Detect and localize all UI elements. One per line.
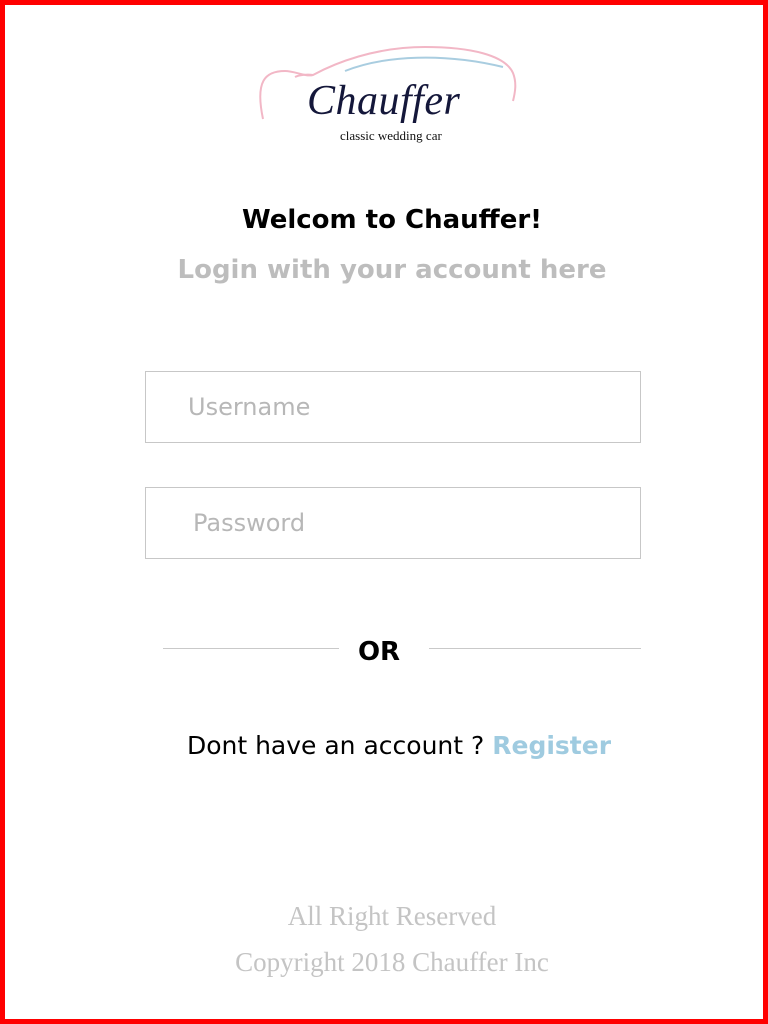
footer-copyright: Copyright 2018 Chauffer Inc	[235, 947, 549, 977]
logo-wordmark: Chauffer	[307, 78, 461, 124]
password-input[interactable]	[145, 487, 641, 559]
or-divider-label: OR	[357, 637, 401, 667]
login-subtitle: Login with your account here	[177, 255, 607, 285]
footer-rights: All Right Reserved	[287, 901, 497, 931]
divider-line-left	[163, 648, 339, 649]
username-input[interactable]	[145, 371, 641, 443]
login-screen: Chauffer classic wedding car Welcom to C…	[0, 0, 768, 1024]
register-prompt: Dont have an account ?	[186, 731, 493, 760]
welcome-title: Welcom to Chauffer!	[241, 205, 543, 235]
register-link[interactable]: Register	[492, 731, 611, 760]
divider-line-right	[429, 648, 641, 649]
chauffer-logo: Chauffer classic wedding car	[255, 41, 525, 151]
register-row: Dont have an account ? Register	[5, 731, 768, 760]
logo-tagline: classic wedding car	[340, 128, 442, 143]
